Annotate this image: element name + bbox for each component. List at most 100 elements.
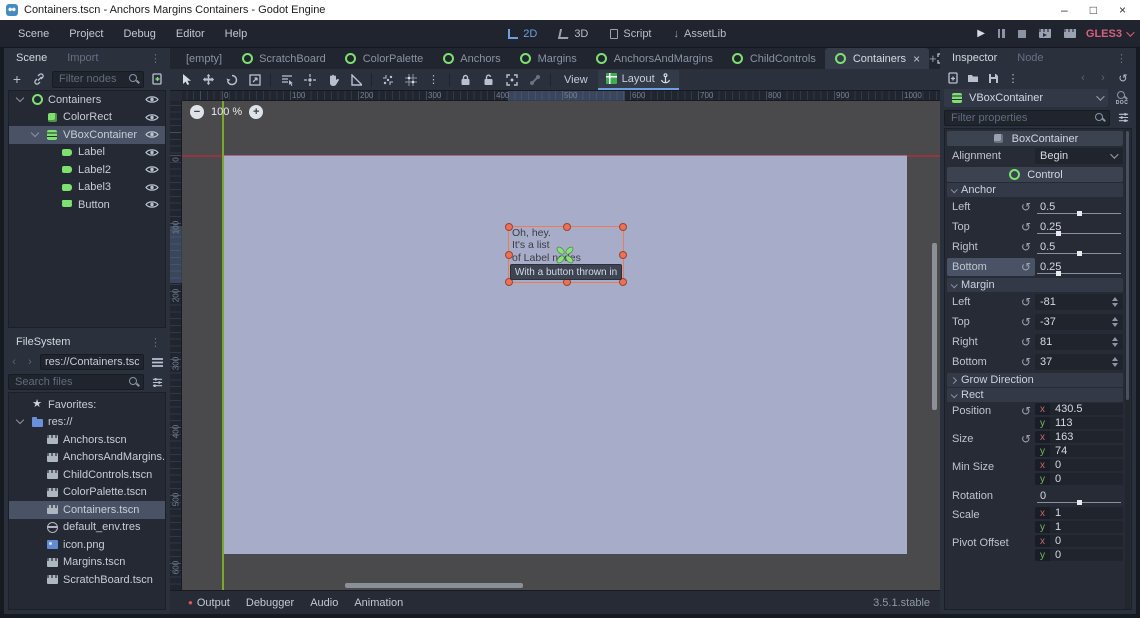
horizontal-scrollbar[interactable] [345, 583, 523, 588]
spinner-arrows-icon[interactable] [1107, 357, 1123, 367]
menu-debug[interactable]: Debug [113, 20, 165, 48]
y-value-field[interactable]: y1 [1035, 521, 1123, 533]
slider-handle[interactable] [1077, 211, 1082, 216]
tab-inspector[interactable]: Inspector [942, 48, 1007, 68]
lock-icon[interactable] [455, 71, 476, 89]
maximize-button[interactable]: □ [1090, 0, 1097, 20]
selection-handle[interactable] [563, 223, 571, 231]
spinner-arrows-icon[interactable] [1107, 297, 1123, 307]
margin-spinbox[interactable]: 37 [1035, 354, 1123, 370]
mode-assetlib-button[interactable]: ↓AssetLib [665, 28, 736, 40]
slider-handle[interactable] [1056, 231, 1061, 236]
scene-tab[interactable]: Containers × [825, 48, 929, 69]
revert-icon[interactable]: ↺ [1017, 201, 1035, 213]
close-tab-icon[interactable]: × [913, 52, 920, 66]
play-button[interactable]: ▶ [977, 28, 985, 39]
menu-scene[interactable]: Scene [8, 20, 59, 48]
new-resource-icon[interactable] [944, 69, 962, 87]
y-value-field[interactable]: y0 [1035, 549, 1123, 561]
file-tree-row[interactable]: ChildControls.tscn [9, 466, 165, 484]
dock-options-icon[interactable]: ⋮ [144, 336, 168, 349]
ruler-tool-icon[interactable] [345, 71, 366, 89]
scale-tool-icon[interactable] [244, 71, 265, 89]
scene-tree-row[interactable]: Label [9, 144, 165, 162]
mode-3d-button[interactable]: 3D [550, 28, 597, 40]
revert-icon[interactable]: ↺ [1017, 261, 1035, 273]
revert-icon[interactable]: ↺ [1017, 316, 1035, 328]
group-selected-icon[interactable] [501, 71, 522, 89]
scene-tab[interactable]: ChildControls [722, 48, 825, 69]
file-tree-row[interactable]: res:// [9, 414, 165, 432]
pause-button[interactable] [998, 29, 1005, 38]
file-tree-row[interactable]: ColorPalette.tscn [9, 484, 165, 502]
mode-script-button[interactable]: Script [601, 28, 660, 40]
property-tools-icon[interactable] [1114, 109, 1132, 127]
mode-2d-button[interactable]: 2D [499, 28, 546, 40]
open-docs-icon[interactable]: DOC [1112, 91, 1132, 106]
scene-tab[interactable]: Anchors [432, 48, 509, 69]
revert-icon[interactable]: ↺ [1017, 405, 1035, 417]
anchor-slider[interactable]: 0.25 [1035, 259, 1123, 275]
search-files-input[interactable] [13, 375, 129, 389]
skeleton-options-icon[interactable] [524, 71, 545, 89]
zoom-out-button[interactable]: − [190, 105, 204, 119]
selection-handle[interactable] [505, 251, 513, 259]
toggle-split-mode-icon[interactable] [148, 353, 166, 371]
x-value-field[interactable]: x1 [1035, 507, 1123, 519]
scene-tree-row[interactable]: Containers [9, 91, 165, 109]
inspector-scrollbar[interactable] [1125, 129, 1130, 609]
slider-handle[interactable] [1077, 500, 1082, 505]
category-rect[interactable]: Rect [947, 388, 1123, 402]
pan-tool-icon[interactable] [322, 71, 343, 89]
selection-handle[interactable] [505, 223, 513, 231]
scene-tree-row[interactable]: VBoxContainer [9, 126, 165, 144]
dock-options-icon[interactable]: ⋮ [1110, 52, 1134, 65]
visibility-eye-icon[interactable] [145, 95, 165, 104]
smart-snap-icon[interactable] [377, 71, 398, 89]
tab-scene[interactable]: Scene [6, 48, 57, 68]
scene-tab[interactable]: [empty] [172, 48, 231, 69]
zoom-level[interactable]: 100 % [211, 106, 242, 118]
resource-options-dots-icon[interactable]: ⋮ [1004, 69, 1022, 87]
rotate-tool-icon[interactable] [221, 71, 242, 89]
bottom-panel-button[interactable]: Audio [302, 597, 346, 609]
file-tree-row[interactable]: ScratchBoard.tscn [9, 571, 165, 589]
margin-spinbox[interactable]: 81 [1035, 334, 1123, 350]
stop-button[interactable] [1018, 30, 1026, 38]
revert-icon[interactable]: ↺ [1017, 336, 1035, 348]
selection-handle[interactable] [619, 251, 627, 259]
file-tree-row[interactable]: Favorites: [9, 396, 165, 414]
edited-object-selector[interactable]: VBoxContainer [944, 89, 1108, 107]
file-tree-row[interactable]: Containers.tscn [9, 501, 165, 519]
selection-handle[interactable] [619, 223, 627, 231]
bottom-panel-button[interactable]: ● Output [180, 597, 238, 609]
file-tree-row[interactable]: AnchorsAndMargins.tscn [9, 449, 165, 467]
x-value-field[interactable]: x0 [1035, 535, 1123, 547]
spinner-arrows-icon[interactable] [1107, 317, 1123, 327]
scene-tab[interactable]: AnchorsAndMargins [586, 48, 722, 69]
visibility-eye-icon[interactable] [145, 165, 165, 174]
edit-history-icon[interactable]: ↺ [1114, 69, 1132, 87]
x-value-field[interactable]: x430.5 [1035, 403, 1123, 415]
revert-icon[interactable]: ↺ [1017, 221, 1035, 233]
menu-editor[interactable]: Editor [166, 20, 215, 48]
dock-options-icon[interactable]: ⋮ [144, 52, 168, 65]
unlock-icon[interactable] [478, 71, 499, 89]
anchor-slider[interactable]: 0.25 [1035, 219, 1123, 235]
visibility-eye-icon[interactable] [145, 113, 165, 122]
tab-node[interactable]: Node [1007, 48, 1053, 68]
visibility-eye-icon[interactable] [145, 130, 165, 139]
sort-files-icon[interactable] [148, 373, 166, 391]
revert-icon[interactable]: ↺ [1017, 433, 1035, 445]
play-scene-button[interactable] [1039, 29, 1051, 38]
attach-script-icon[interactable] [148, 70, 166, 88]
history-forward-icon[interactable]: › [1094, 69, 1112, 87]
anchor-slider[interactable]: 0.5 [1035, 239, 1123, 255]
canvas-viewport[interactable]: 01002003004005006007008009001000 0100200… [170, 91, 940, 590]
x-value-field[interactable]: x0 [1035, 459, 1123, 471]
layout-menu-button[interactable]: Layout [598, 70, 679, 90]
y-value-field[interactable]: y0 [1035, 473, 1123, 485]
file-tree-row[interactable]: Anchors.tscn [9, 431, 165, 449]
revert-icon[interactable]: ↺ [1017, 296, 1035, 308]
file-tree-row[interactable]: Margins.tscn [9, 554, 165, 572]
